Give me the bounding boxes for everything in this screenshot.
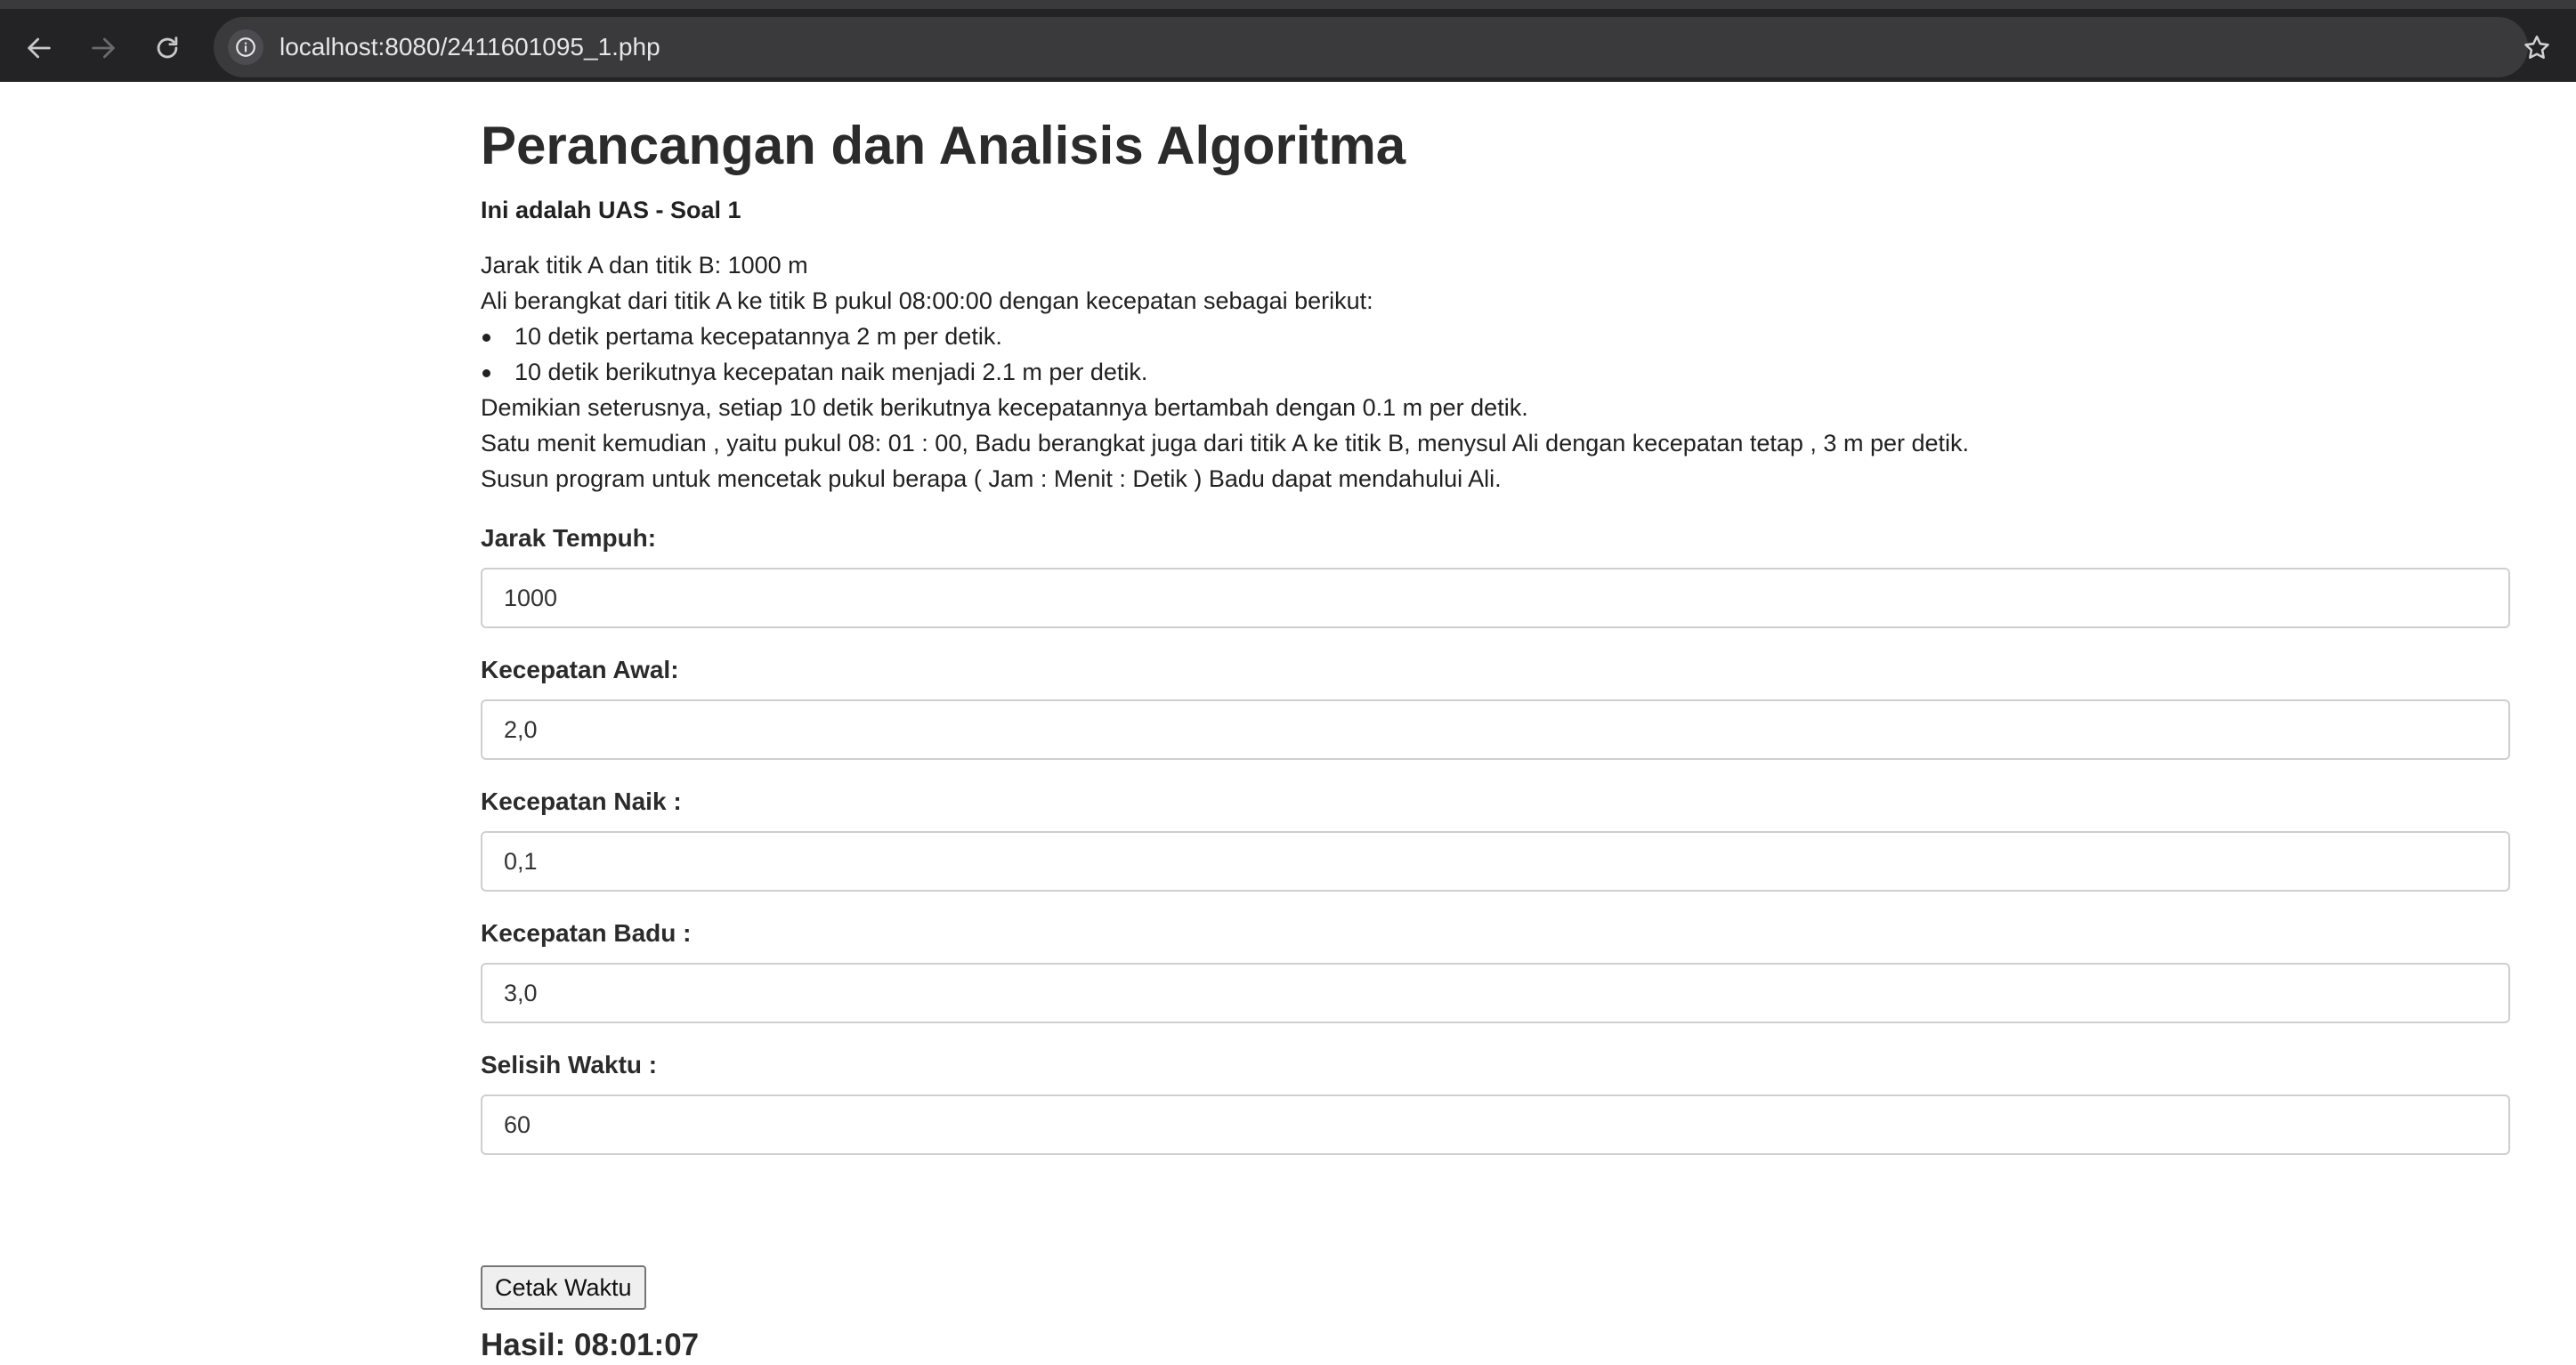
reload-icon[interactable] xyxy=(148,28,187,68)
arrow-left-icon[interactable] xyxy=(20,28,59,68)
field-selisih-waktu: Selisih Waktu : xyxy=(481,1050,2510,1155)
cetak-waktu-button[interactable]: Cetak Waktu xyxy=(481,1265,646,1310)
result-text: Hasil: 08:01:07 xyxy=(481,1328,700,1362)
page-subtitle: Ini adalah UAS - Soal 1 xyxy=(481,197,741,223)
field-label: Kecepatan Naik : xyxy=(481,788,682,815)
description-bullet: 10 detik pertama kecepatannya 2 m per de… xyxy=(481,319,1969,354)
description-line: Demikian seterusnya, setiap 10 detik ber… xyxy=(481,394,1528,421)
description-bullets: 10 detik pertama kecepatannya 2 m per de… xyxy=(481,319,1969,390)
description-bullet: 10 detik berikutnya kecepatan naik menja… xyxy=(481,354,1969,390)
field-label: Kecepatan Badu : xyxy=(481,919,692,947)
field-label: Jarak Tempuh: xyxy=(481,524,657,552)
kecepatan-naik-input[interactable] xyxy=(481,831,2510,892)
url-text[interactable]: localhost:8080/2411601095_1.php xyxy=(279,31,660,63)
field-label: Selisih Waktu : xyxy=(481,1051,658,1078)
description-line: Ali berangkat dari titik A ke titik B pu… xyxy=(481,287,1373,314)
field-label: Kecepatan Awal: xyxy=(481,656,679,683)
field-kecepatan-badu: Kecepatan Badu : xyxy=(481,918,2510,1023)
info-icon[interactable] xyxy=(228,29,263,65)
browser-toolbar: localhost:8080/2411601095_1.php xyxy=(0,0,2576,82)
jarak-tempuh-input[interactable] xyxy=(481,568,2510,628)
arrow-right-icon[interactable] xyxy=(84,28,123,68)
star-icon[interactable] xyxy=(2517,28,2556,68)
field-kecepatan-awal: Kecepatan Awal: xyxy=(481,655,2510,760)
kecepatan-badu-input[interactable] xyxy=(481,963,2510,1023)
description-line: Susun program untuk mencetak pukul berap… xyxy=(481,465,1502,492)
kecepatan-awal-input[interactable] xyxy=(481,699,2510,760)
page-title: Perancangan dan Analisis Algoritma xyxy=(481,116,1406,175)
field-jarak-tempuh: Jarak Tempuh: xyxy=(481,523,2510,628)
description-line: Satu menit kemudian , yaitu pukul 08: 01… xyxy=(481,430,1969,456)
description-line: Jarak titik A dan titik B: 1000 m xyxy=(481,252,808,279)
selisih-waktu-input[interactable] xyxy=(481,1094,2510,1155)
problem-description: Jarak titik A dan titik B: 1000 m Ali be… xyxy=(481,247,1969,497)
address-bar[interactable]: localhost:8080/2411601095_1.php xyxy=(214,17,2528,77)
field-kecepatan-naik: Kecepatan Naik : xyxy=(481,787,2510,892)
